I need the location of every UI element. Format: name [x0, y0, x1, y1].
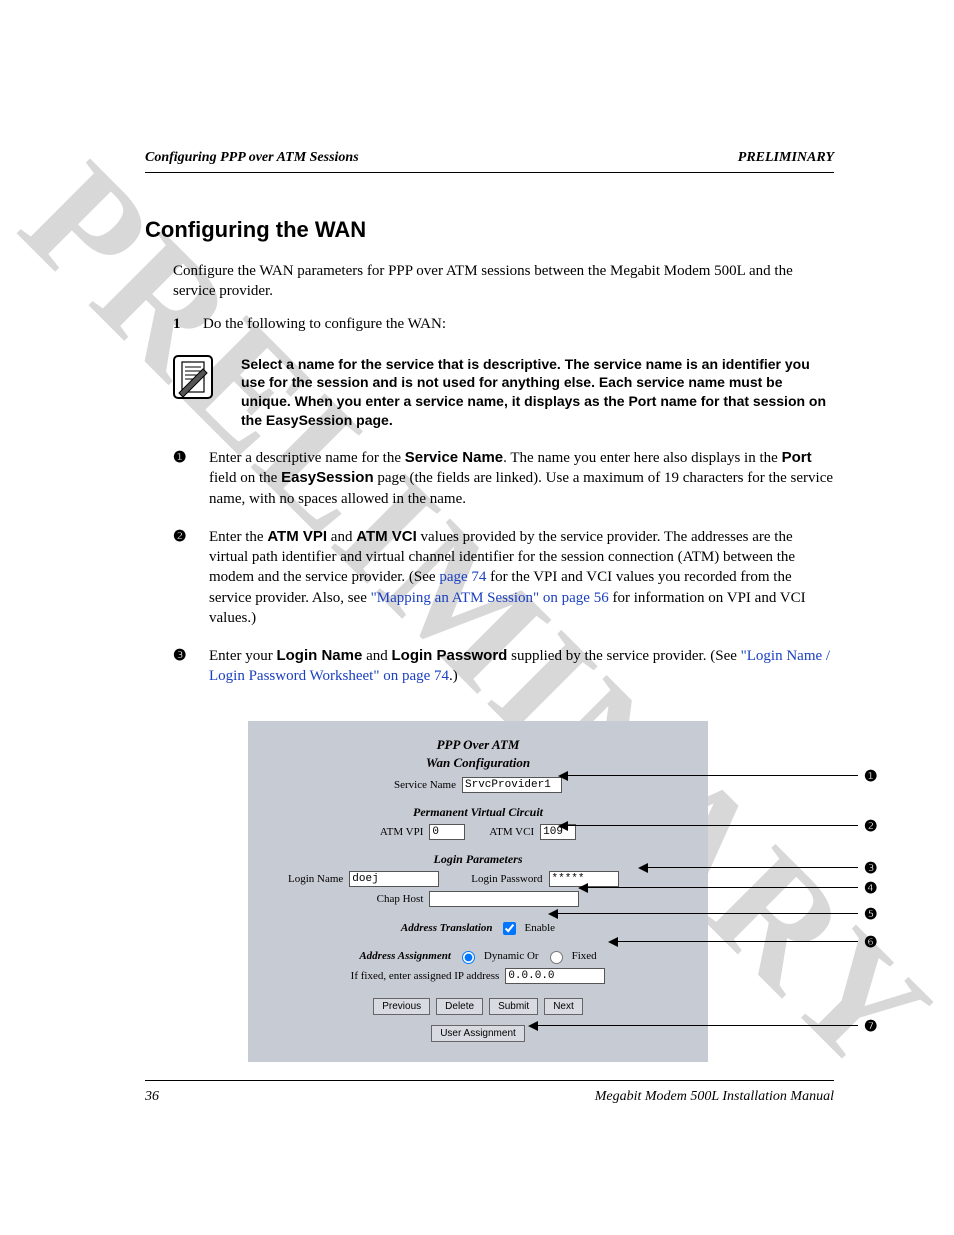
dynamic-label: Dynamic Or [484, 950, 539, 962]
form-title-1: PPP Over ATM [258, 737, 698, 753]
enable-checkbox[interactable] [503, 922, 516, 935]
note-icon [173, 355, 213, 399]
numbered-step-1: 1 Do the following to configure the WAN: [173, 316, 834, 333]
manual-title: Megabit Modem 500L Installation Manual [595, 1089, 834, 1105]
callout-4: ❺ [708, 905, 877, 923]
login-heading: Login Parameters [258, 852, 698, 867]
fixed-radio[interactable] [550, 951, 563, 964]
callout-6: ❼ [708, 1017, 877, 1035]
step-text: Do the following to configure the WAN: [203, 316, 446, 333]
running-header: Configuring PPP over ATM Sessions PRELIM… [145, 150, 834, 173]
chap-host-label: Chap Host [377, 893, 424, 905]
next-button[interactable]: Next [544, 998, 583, 1015]
form-title-2: Wan Configuration [258, 755, 698, 771]
callout-1: ❷ [708, 817, 877, 835]
step-2: ❸ Enter your Login Name and Login Passwo… [173, 646, 834, 687]
step-1: ❷ Enter the ATM VPI and ATM VCI values p… [173, 527, 834, 628]
fixed-label: Fixed [572, 950, 597, 962]
step-mark-2: ❸ [173, 646, 209, 687]
login-name-input[interactable] [349, 871, 439, 887]
previous-button[interactable]: Previous [373, 998, 430, 1015]
wan-config-form: PPP Over ATM Wan Configuration Service N… [248, 721, 708, 1062]
note-text: Select a name for the service that is de… [241, 355, 834, 431]
header-right: PRELIMINARY [738, 150, 834, 166]
page-number: 36 [145, 1089, 159, 1105]
step-1-text: Enter the ATM VPI and ATM VCI values pro… [209, 527, 834, 628]
atm-vpi-input[interactable] [429, 824, 465, 840]
atm-vpi-label: ATM VPI [380, 826, 424, 838]
atm-vci-label: ATM VCI [489, 826, 534, 838]
login-password-label: Login Password [471, 873, 542, 885]
address-translation-label: Address Translation [401, 922, 493, 934]
login-name-label: Login Name [288, 873, 343, 885]
service-name-input[interactable] [462, 777, 562, 793]
section-title: Configuring the WAN [145, 217, 834, 243]
step-number: 1 [173, 316, 203, 333]
callout-3: ❹ [708, 879, 877, 897]
link-page-74[interactable]: page 74 [439, 569, 486, 585]
note-row: Select a name for the service that is de… [173, 355, 834, 431]
address-assignment-label: Address Assignment [359, 950, 451, 962]
link-mapping-atm[interactable]: "Mapping an ATM Session" on page 56 [371, 590, 609, 606]
header-left: Configuring PPP over ATM Sessions [145, 150, 359, 166]
step-mark-1: ❷ [173, 527, 209, 628]
pvc-heading: Permanent Virtual Circuit [258, 805, 698, 820]
fixed-ip-label: If fixed, enter assigned IP address [351, 970, 500, 982]
page-footer: 36 Megabit Modem 500L Installation Manua… [145, 1080, 834, 1105]
delete-button[interactable]: Delete [436, 998, 483, 1015]
callout-5: ❻ [708, 933, 877, 951]
step-0-text: Enter a descriptive name for the Service… [209, 448, 834, 509]
intro-paragraph: Configure the WAN parameters for PPP ove… [173, 261, 834, 302]
user-assignment-button[interactable]: User Assignment [431, 1025, 525, 1042]
step-2-text: Enter your Login Name and Login Password… [209, 646, 834, 687]
chap-host-input[interactable] [429, 891, 579, 907]
service-name-label: Service Name [394, 779, 456, 791]
callout-0: ❶ [708, 767, 877, 785]
dynamic-radio[interactable] [462, 951, 475, 964]
step-0: ❶ Enter a descriptive name for the Servi… [173, 448, 834, 509]
step-mark-0: ❶ [173, 448, 209, 509]
enable-label: Enable [525, 922, 556, 934]
callout-2: ❸ [708, 859, 877, 877]
fixed-ip-input[interactable] [505, 968, 605, 984]
submit-button[interactable]: Submit [489, 998, 538, 1015]
